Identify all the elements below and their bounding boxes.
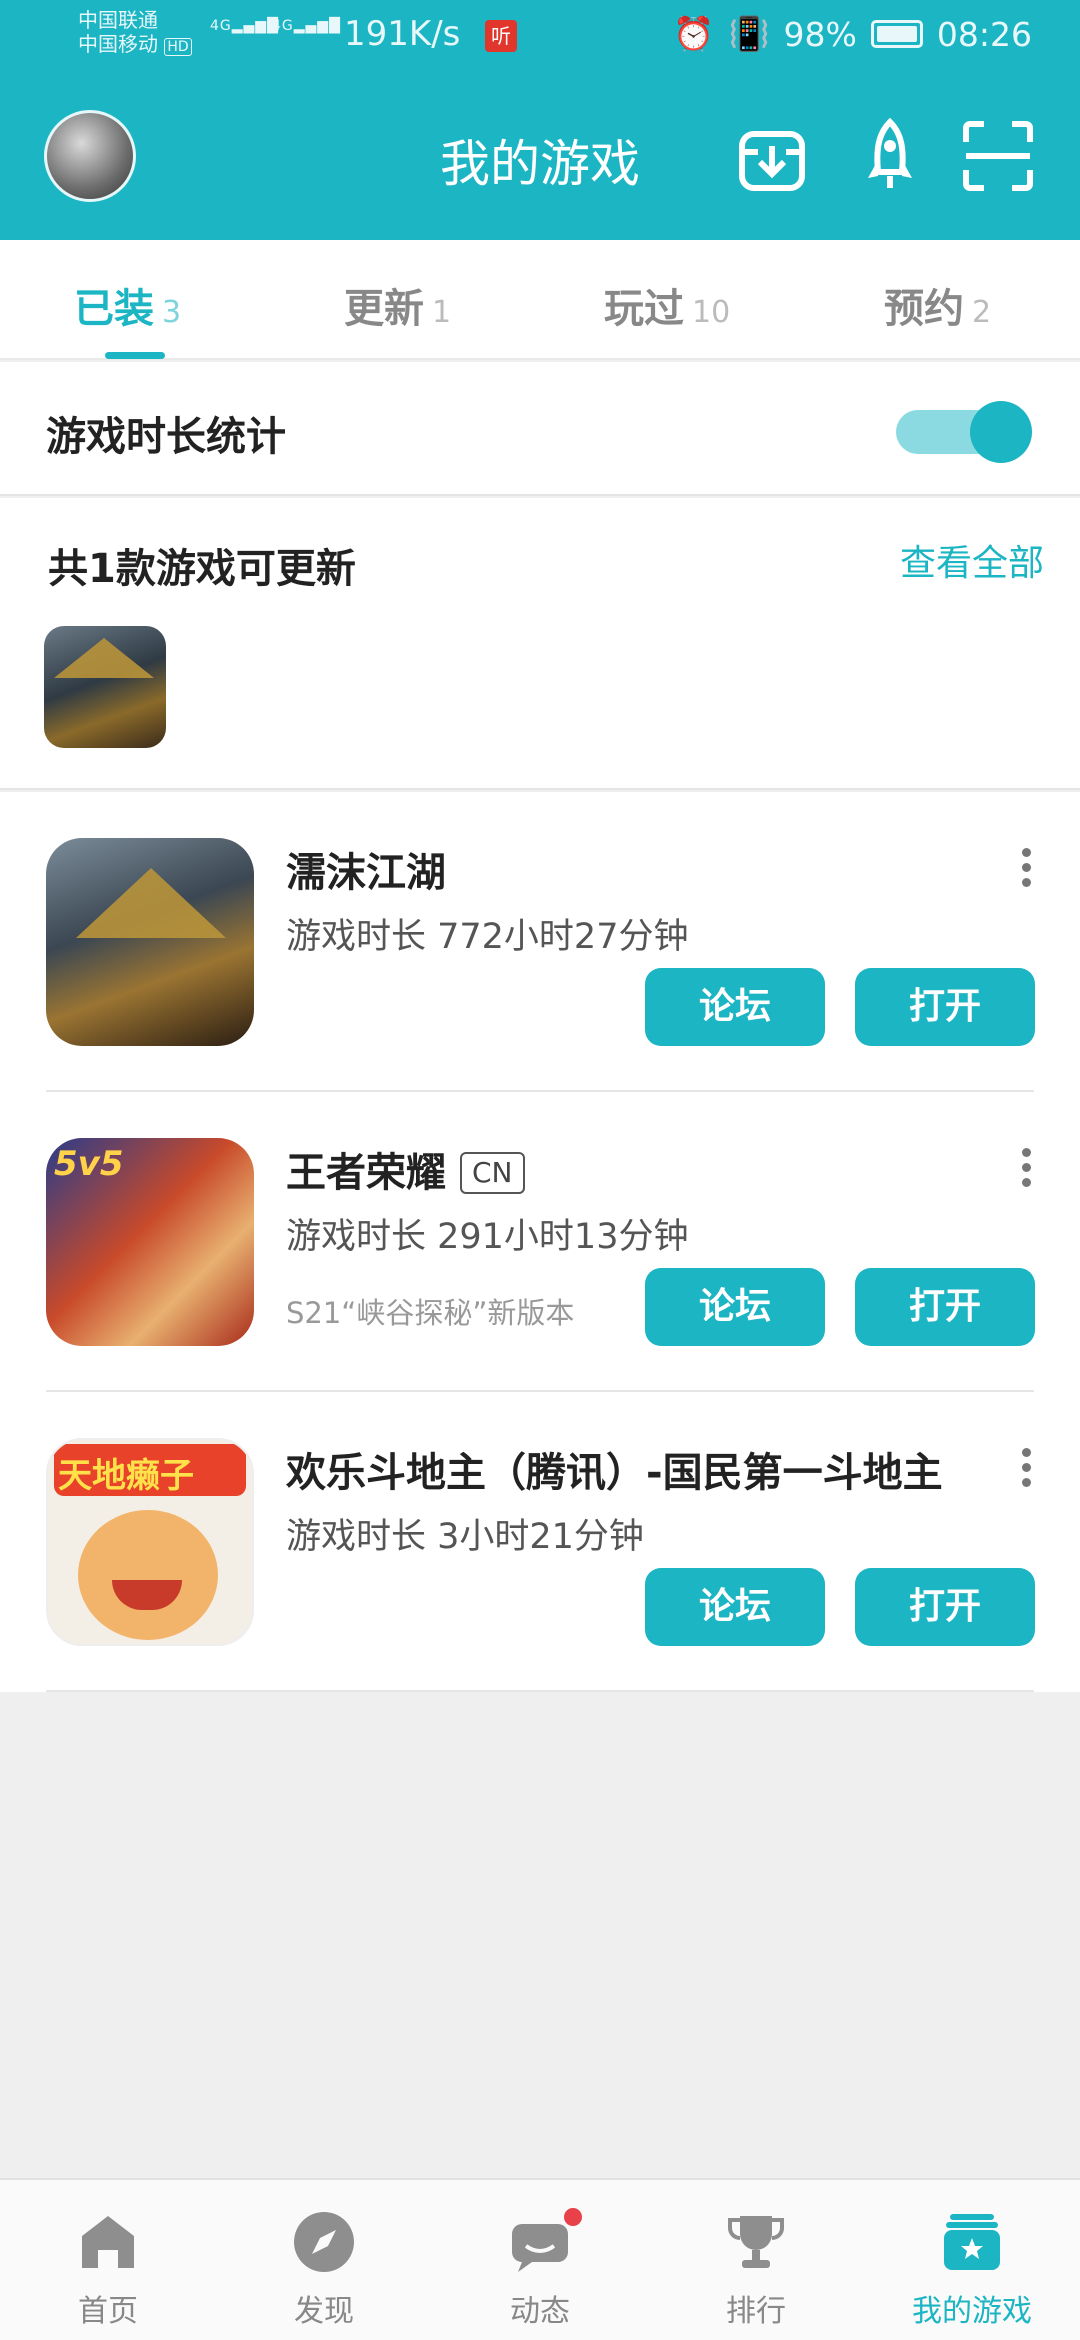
forum-button[interactable]: 论坛 (645, 968, 825, 1046)
status-bar: 中国联通 中国移动 HD 4G▂▄▆█ 4G▂▄▆█ 191K/s 听 ⏰ 📳 … (0, 0, 1080, 72)
nav-label: 首页 (78, 2294, 138, 2329)
trophy-icon (728, 2216, 784, 2268)
net-type-1: 4G (210, 18, 232, 34)
nav-home[interactable]: 首页 (0, 2180, 216, 2340)
tab-indicator (105, 352, 165, 359)
nav-label: 动态 (510, 2294, 570, 2329)
more-options-icon[interactable] (1022, 848, 1034, 893)
clock: 08:26 (936, 14, 1032, 54)
app-header: 我的游戏 (0, 72, 1080, 240)
region-badge: CN (460, 1152, 525, 1194)
updates-section: 共1款游戏可更新 查看全部 (0, 498, 1080, 790)
scan-icon[interactable] (958, 116, 1038, 196)
nav-discover[interactable]: 发现 (216, 2180, 432, 2340)
game-playtime: 游戏时长 291小时13分钟 (286, 1217, 689, 1257)
tab-reserved[interactable]: 预约 2 (884, 276, 991, 334)
home-icon (82, 2216, 134, 2268)
tab-updates[interactable]: 更新 1 (344, 276, 451, 334)
toggle-knob (970, 401, 1032, 463)
game-item[interactable]: 5v5 王者荣耀 CN 游戏时长 291小时13分钟 S21“峡谷探秘”新版本 论… (0, 1092, 1080, 1392)
battery-icon (870, 20, 923, 48)
forum-button[interactable]: 论坛 (645, 1268, 825, 1346)
net-type-2: 4G (272, 18, 294, 34)
game-name-text: 王者荣耀 (286, 1150, 446, 1196)
download-icon[interactable] (732, 116, 812, 196)
carrier-info: 中国联通 中国移动 HD (78, 8, 192, 59)
tab-played[interactable]: 玩过 10 (604, 276, 730, 334)
game-icon-doudizhu[interactable]: 天地癞子 (46, 1438, 254, 1646)
game-update-note: S21“峡谷探秘”新版本 (286, 1296, 575, 1330)
ddz-logo-text: 天地癞子 (58, 1456, 194, 1496)
tab-count: 1 (432, 295, 452, 330)
nav-label: 我的游戏 (912, 2294, 1032, 2329)
nav-feed[interactable]: 动态 (432, 2180, 648, 2340)
tab-label: 玩过 (604, 286, 684, 332)
notification-dot (562, 2206, 584, 2228)
update-game-thumb[interactable] (44, 626, 166, 748)
nav-ranking[interactable]: 排行 (648, 2180, 864, 2340)
playtime-stats-toggle[interactable] (896, 401, 1032, 463)
notification-app-icon: 听 (485, 20, 517, 52)
tab-count: 2 (972, 295, 992, 330)
carrier-2: 中国移动 (78, 32, 158, 56)
vibrate-icon: 📳 (728, 14, 770, 53)
tab-label: 更新 (344, 286, 424, 332)
game-icon-wangzherongyao[interactable]: 5v5 (46, 1138, 254, 1346)
open-button[interactable]: 打开 (855, 968, 1035, 1046)
game-icon-rumojianghu[interactable] (46, 838, 254, 1046)
nav-label: 发现 (294, 2294, 354, 2329)
my-games-icon (944, 2214, 1000, 2270)
game-playtime: 游戏时长 772小时27分钟 (286, 917, 689, 957)
nav-my-games[interactable]: 我的游戏 (864, 2180, 1080, 2340)
open-button[interactable]: 打开 (855, 1268, 1035, 1346)
compass-icon (294, 2212, 354, 2272)
forum-button[interactable]: 论坛 (645, 1568, 825, 1646)
nav-label: 排行 (726, 2294, 786, 2329)
updates-label: 共1款游戏可更新 (48, 546, 356, 592)
alarm-icon: ⏰ (673, 14, 715, 53)
signal-icon-2: 4G▂▄▆█ (272, 18, 341, 34)
more-options-icon[interactable] (1022, 1448, 1034, 1493)
more-options-icon[interactable] (1022, 1148, 1034, 1193)
game-name: 濡沫江湖 (286, 850, 446, 896)
game-playtime: 游戏时长 3小时21分钟 (286, 1517, 644, 1557)
net-speed: 191K/s (344, 14, 461, 54)
signal-icon-1: 4G▂▄▆█ (210, 18, 279, 34)
game-item[interactable]: 濡沫江湖 游戏时长 772小时27分钟 论坛 打开 (0, 792, 1080, 1092)
game-item[interactable]: 天地癞子 欢乐斗地主（腾讯）-国民第一斗地主 游戏时长 3小时21分钟 论坛 打… (0, 1392, 1080, 1692)
carrier-1: 中国联通 (78, 8, 158, 32)
divider (46, 1690, 1034, 1692)
open-button[interactable]: 打开 (855, 1568, 1035, 1646)
hd-badge: HD (164, 38, 192, 56)
tab-label: 已装 (74, 286, 154, 332)
bottom-nav: 首页 发现 动态 排行 我的游戏 (0, 2178, 1080, 2340)
tab-count: 10 (692, 295, 731, 330)
tab-bar: 已装 3 更新 1 玩过 10 预约 2 (0, 240, 1080, 360)
tab-installed[interactable]: 已装 3 (74, 276, 181, 334)
view-all-link[interactable]: 查看全部 (900, 534, 1044, 586)
rocket-icon[interactable] (850, 116, 930, 196)
tab-label: 预约 (884, 286, 964, 332)
wz-logo-text: 5v5 (54, 1144, 124, 1184)
battery-percent: 98% (783, 14, 857, 54)
game-list: 濡沫江湖 游戏时长 772小时27分钟 论坛 打开 5v5 王者荣耀 CN 游戏时… (0, 792, 1080, 1692)
game-name: 欢乐斗地主（腾讯）-国民第一斗地主 (286, 1450, 943, 1496)
status-right: ⏰ 📳 98% 08:26 (673, 14, 1032, 54)
game-name: 王者荣耀 CN (286, 1140, 525, 1198)
playtime-stats-row: 游戏时长统计 (0, 362, 1080, 496)
tab-count: 3 (162, 295, 182, 330)
playtime-stats-label: 游戏时长统计 (46, 414, 286, 460)
